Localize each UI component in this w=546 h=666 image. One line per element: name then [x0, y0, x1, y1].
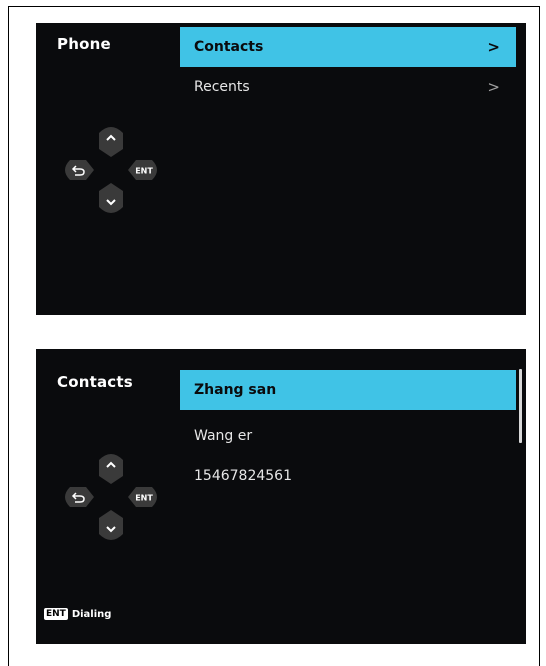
chevron-right-icon: >: [487, 78, 500, 96]
screen-title: Contacts: [57, 373, 133, 391]
dpad-control: ENT: [56, 442, 166, 552]
dpad-enter-button[interactable]: ENT: [128, 160, 157, 180]
scrollbar[interactable]: [519, 369, 522, 443]
enter-label: ENT: [135, 494, 153, 503]
contacts-screen: Contacts ENT Zhang san Wang er 154678245…: [36, 349, 526, 644]
menu-item-label: Recents: [194, 79, 250, 95]
menu-item-contacts[interactable]: Contacts >: [180, 27, 516, 67]
contact-item[interactable]: Zhang san: [180, 370, 516, 410]
menu-item-label: Contacts: [194, 39, 264, 55]
phone-menu: Contacts > Recents >: [180, 27, 516, 107]
dpad-down-button[interactable]: [99, 510, 123, 540]
dpad-down-button[interactable]: [99, 183, 123, 213]
hint-label: Dialing: [71, 608, 112, 620]
dpad-up-button[interactable]: [99, 454, 123, 484]
dpad-back-button[interactable]: [65, 487, 94, 507]
dpad-control: ENT: [56, 115, 166, 225]
phone-screen: Phone ENT Contacts > Recents >: [36, 23, 526, 315]
dialing-hint: ENT Dialing: [44, 608, 111, 620]
ent-key-badge: ENT: [44, 608, 68, 620]
contact-item[interactable]: Wang er: [180, 416, 516, 456]
dpad-up-button[interactable]: [99, 127, 123, 157]
contacts-list: Zhang san Wang er 15467824561: [180, 370, 516, 496]
screen-title: Phone: [57, 35, 111, 53]
dpad-enter-button[interactable]: ENT: [128, 487, 157, 507]
contact-name: Wang er: [194, 428, 253, 444]
contact-number: 15467824561: [194, 468, 292, 484]
menu-item-recents[interactable]: Recents >: [180, 67, 516, 107]
chevron-right-icon: >: [487, 38, 500, 56]
contact-name: Zhang san: [194, 382, 277, 398]
contact-item[interactable]: 15467824561: [180, 456, 516, 496]
enter-label: ENT: [135, 167, 153, 176]
dpad-back-button[interactable]: [65, 160, 94, 180]
